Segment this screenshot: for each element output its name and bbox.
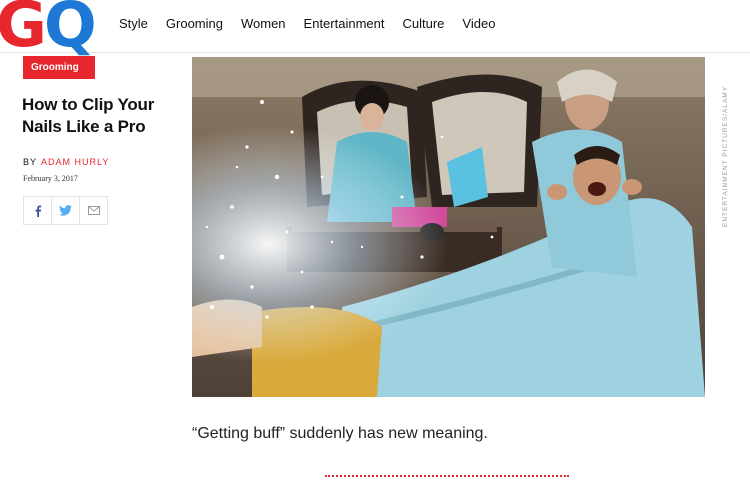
share-buttons (23, 196, 108, 225)
twitter-icon (59, 205, 72, 216)
photo-illustration (192, 57, 705, 397)
article-title: How to Clip Your Nails Like a Pro (22, 95, 155, 136)
photo-credit: ENTERTAINMENT PICTURES/ALAMY (722, 85, 729, 227)
by-label: BY (23, 157, 38, 167)
nav-entertainment[interactable]: Entertainment (304, 16, 385, 31)
photo-caption: “Getting buff” suddenly has new meaning. (192, 425, 488, 442)
dotted-divider (325, 475, 569, 477)
facebook-share-button[interactable] (23, 196, 52, 225)
twitter-share-button[interactable] (51, 196, 80, 225)
gq-logo[interactable]: G Q (0, 0, 108, 61)
nav-style[interactable]: Style (119, 16, 148, 31)
logo-letter-g: G (0, 0, 47, 61)
facebook-icon (35, 205, 41, 217)
main-nav: Style Grooming Women Entertainment Cultu… (119, 16, 495, 31)
nav-women[interactable]: Women (241, 16, 286, 31)
nav-culture[interactable]: Culture (402, 16, 444, 31)
category-badge[interactable]: Grooming (23, 56, 95, 79)
logo-letter-q: Q (44, 0, 97, 61)
email-icon (87, 206, 100, 215)
site-header: G Q Style Grooming Women Entertainment C… (0, 0, 750, 61)
byline: BY ADAM HURLY (23, 157, 109, 167)
publish-date: February 3, 2017 (23, 174, 78, 183)
email-share-button[interactable] (79, 196, 108, 225)
article-hero-image[interactable] (192, 57, 705, 397)
nav-grooming[interactable]: Grooming (166, 16, 223, 31)
nav-video[interactable]: Video (462, 16, 495, 31)
author-link[interactable]: ADAM HURLY (41, 157, 109, 167)
